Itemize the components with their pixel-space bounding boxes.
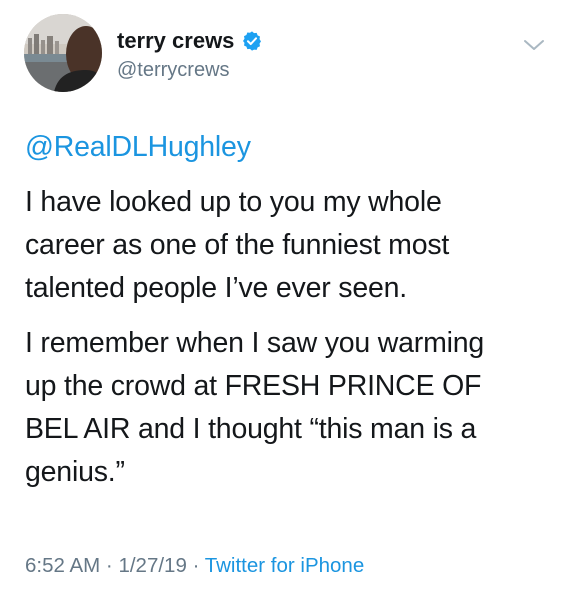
avatar-photo-icon [24,14,102,92]
mention-link[interactable]: @RealDLHughley [25,126,540,169]
chevron-down-icon[interactable] [521,36,547,54]
tweet-source-link[interactable]: Twitter for iPhone [205,554,365,577]
author-handle[interactable]: @terrycrews [117,57,263,83]
tweet-paragraph-1: I have looked up to you my whole career … [25,186,450,304]
tweet-date[interactable]: 1/27/19 [118,554,186,577]
tweet-metadata: 6:52 AM · 1/27/19 · Twitter for iPhone [25,552,364,580]
tweet-paragraph-2: I remember when I saw you warming up the… [25,327,485,488]
verified-badge-icon [241,30,263,52]
tweet-text: @RealDLHughley I have looked up to you m… [25,126,540,506]
tweet-header: terry crews @terrycrews [24,14,544,94]
display-name-row: terry crews [117,26,263,56]
author-names: terry crews @terrycrews [117,26,263,83]
author-display-name[interactable]: terry crews [117,27,234,55]
avatar[interactable] [24,14,102,92]
meta-separator: · [192,554,200,577]
tweet-card: terry crews @terrycrews @RealDLHughley I… [0,0,562,600]
tweet-time[interactable]: 6:52 AM [25,554,100,577]
meta-separator: · [105,554,113,577]
